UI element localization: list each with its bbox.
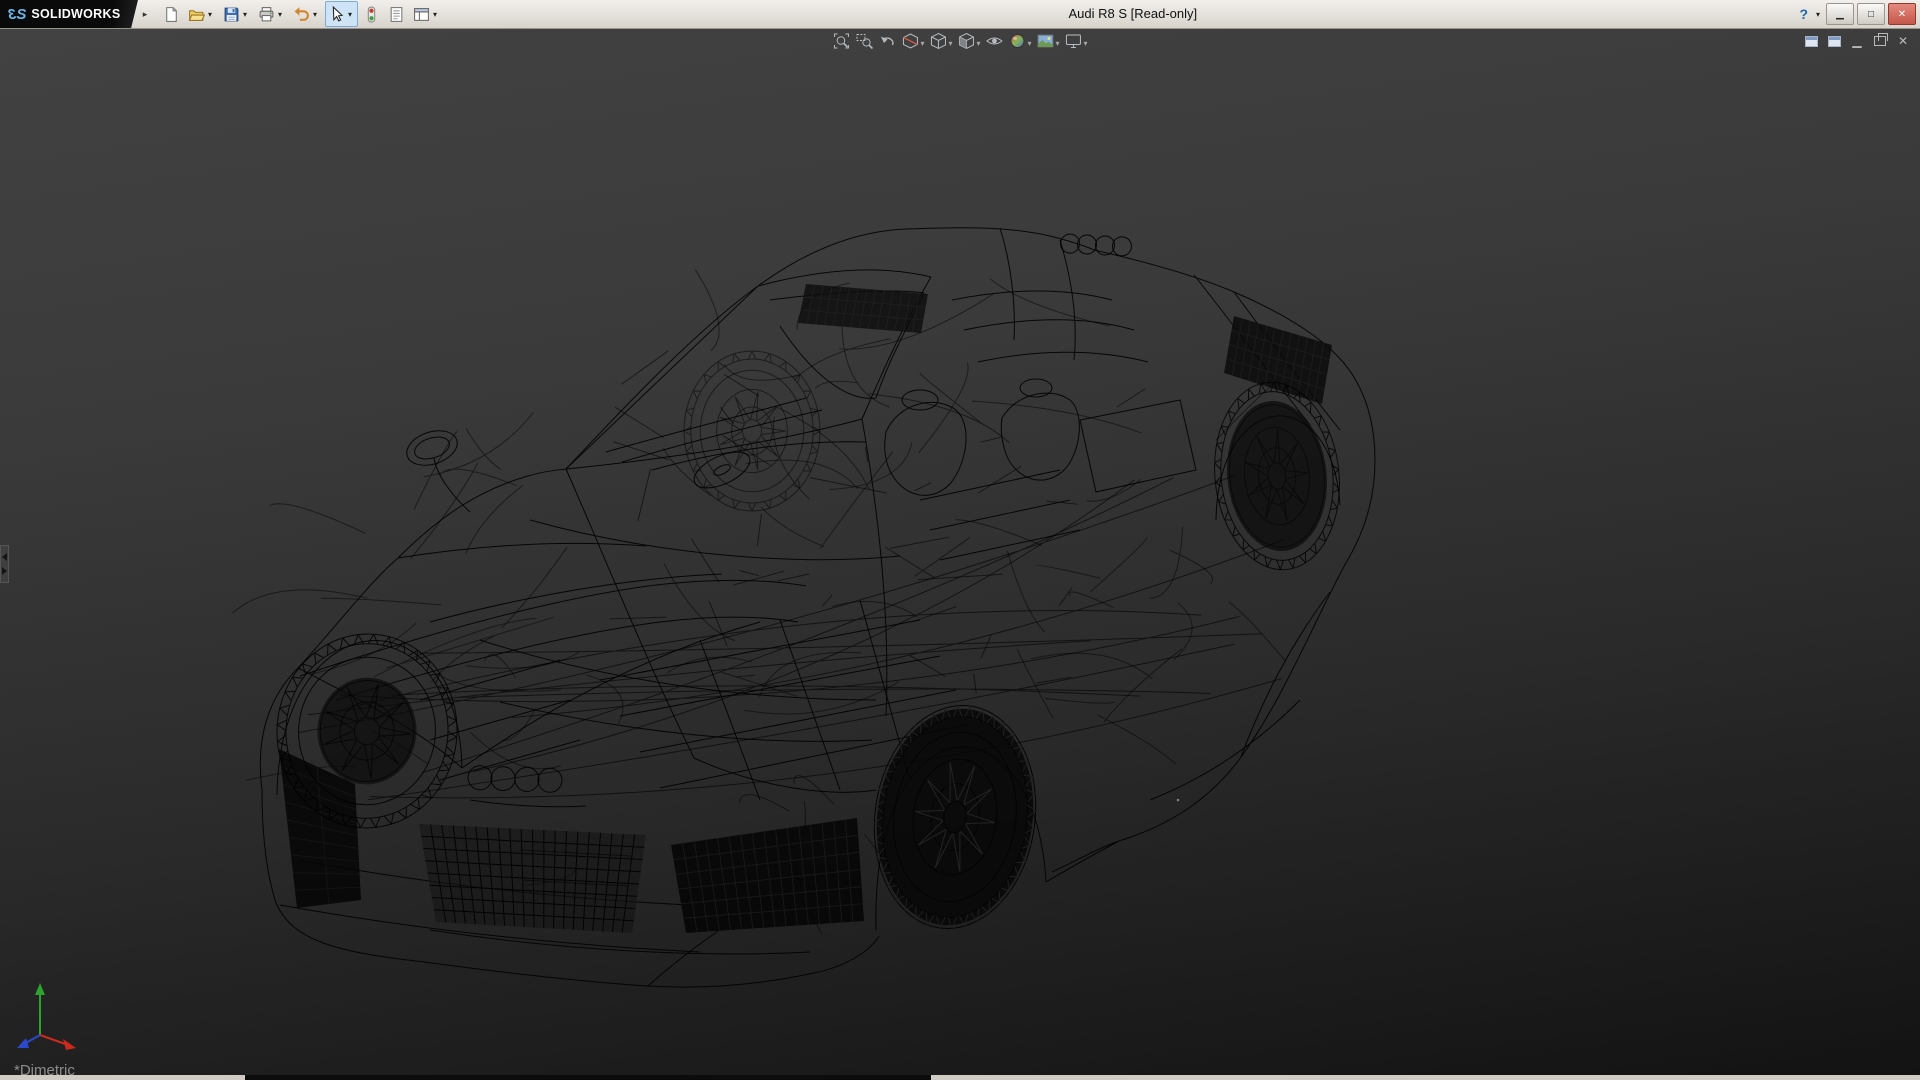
select-button[interactable]: ▾ <box>325 1 358 27</box>
tile-pane-alt-icon <box>1828 36 1841 47</box>
splitter-right-arrow-icon[interactable] <box>2 567 7 575</box>
close-window-button[interactable]: ✕ <box>1888 3 1916 25</box>
undo-icon <box>293 6 310 23</box>
steering-hub <box>712 463 732 478</box>
taskbar-edge <box>0 1075 1920 1080</box>
view-settings-dropdown-arrow[interactable]: ▾ <box>1084 39 1088 48</box>
tile-pane-icon <box>1805 36 1818 47</box>
print-icon <box>258 6 275 23</box>
restore-document-button[interactable] <box>1873 34 1887 48</box>
wheel <box>684 351 820 511</box>
hatch-region <box>671 818 864 933</box>
stray-vertex-dot <box>1177 799 1180 802</box>
dassault-3ds-logo-icon: 3S <box>8 7 26 22</box>
options-icon <box>413 6 430 23</box>
display-style-dropdown-arrow[interactable]: ▾ <box>976 39 980 48</box>
view-settings-icon <box>1065 32 1083 55</box>
hatch-region <box>1224 316 1332 404</box>
hide-show-items-icon <box>986 32 1004 55</box>
select-icon <box>328 6 345 23</box>
wheel <box>1206 376 1349 576</box>
wireframe-flow-lines <box>298 476 1284 800</box>
select-dropdown-arrow[interactable]: ▾ <box>345 10 355 19</box>
view-orientation-icon <box>929 32 947 55</box>
apply-scene-icon <box>1037 32 1055 55</box>
zoom-to-area-icon <box>855 32 873 55</box>
maximize-window-button[interactable]: □ <box>1857 3 1885 25</box>
view-settings-button[interactable]: ▾ <box>1064 33 1089 53</box>
display-style-icon <box>957 32 975 55</box>
restore-document-icon <box>1874 36 1886 46</box>
view-orientation-dropdown-arrow[interactable]: ▾ <box>948 39 952 48</box>
graphics-viewport[interactable]: ▾▾▾▾▾▾ ▁✕ *Dimetric <box>0 28 1920 1075</box>
window-controls: ?▾▁□✕ <box>1797 3 1916 25</box>
minimize-document-button[interactable]: ▁ <box>1850 34 1864 48</box>
apply-scene-dropdown-arrow[interactable]: ▾ <box>1056 39 1060 48</box>
headrest-left <box>902 390 938 410</box>
apply-scene-button[interactable]: ▾ <box>1036 33 1061 53</box>
open-button[interactable]: ▾ <box>185 1 218 27</box>
titlebar: 3S SOLIDWORKS ▸ ▾ ▾ ▾ ▾ ▾ ▾ Audi R8 S [Read-o… <box>0 0 1920 29</box>
wireframe-car-model <box>0 28 1920 1075</box>
z-axis-arrow <box>17 1035 40 1048</box>
rebuild-icon <box>363 6 380 23</box>
print-button[interactable]: ▾ <box>255 1 288 27</box>
view-orientation-button[interactable]: ▾ <box>928 33 953 53</box>
zoom-to-area-button[interactable] <box>854 33 874 53</box>
y-axis-arrow <box>35 983 45 1035</box>
zoom-to-fit-button[interactable] <box>831 33 851 53</box>
display-style-button[interactable]: ▾ <box>956 33 981 53</box>
brand-name: SOLIDWORKS <box>31 7 120 21</box>
hatch-region <box>419 824 646 933</box>
save-button[interactable]: ▾ <box>220 1 253 27</box>
document-window-controls: ▁✕ <box>1804 34 1910 48</box>
taskbar-edge-segment <box>245 1075 931 1080</box>
file-properties-button[interactable] <box>385 1 408 27</box>
section-view-icon <box>901 32 919 55</box>
wheel <box>860 695 1050 939</box>
heads-up-view-toolbar: ▾ ▾ ▾ ▾ ▾ ▾ <box>831 33 1088 53</box>
help-button[interactable]: ? <box>1797 6 1810 22</box>
save-icon <box>223 6 240 23</box>
open-icon <box>188 6 205 23</box>
featuremanager-splitter[interactable] <box>0 545 9 583</box>
tile-pane-button[interactable] <box>1804 34 1818 48</box>
print-dropdown-arrow[interactable]: ▾ <box>275 10 285 19</box>
section-view-dropdown-arrow[interactable]: ▾ <box>920 39 924 48</box>
minimize-window-button[interactable]: ▁ <box>1826 3 1854 25</box>
mirror-outline <box>402 425 461 472</box>
undo-button[interactable]: ▾ <box>290 1 323 27</box>
splitter-left-arrow-icon[interactable] <box>2 553 7 561</box>
options-button[interactable]: ▾ <box>410 1 443 27</box>
hide-show-items-button[interactable] <box>985 33 1005 53</box>
edit-appearance-dropdown-arrow[interactable]: ▾ <box>1028 39 1032 48</box>
rebuild-button[interactable] <box>360 1 383 27</box>
tile-pane-alt-button[interactable] <box>1827 34 1841 48</box>
document-title: Audi R8 S [Read-only] <box>1068 0 1197 28</box>
close-document-button[interactable]: ✕ <box>1896 34 1910 48</box>
save-dropdown-arrow[interactable]: ▾ <box>240 10 250 19</box>
view-orientation-label: *Dimetric <box>14 1062 75 1075</box>
previous-view-icon <box>878 32 896 55</box>
help-dropdown-arrow[interactable]: ▾ <box>1813 10 1823 19</box>
solidworks-logo: 3S SOLIDWORKS <box>0 0 138 28</box>
previous-view-button[interactable] <box>877 33 897 53</box>
section-view-button[interactable]: ▾ <box>900 33 925 53</box>
x-axis-arrow <box>40 1035 76 1050</box>
open-dropdown-arrow[interactable]: ▾ <box>205 10 215 19</box>
audi-rings <box>1060 234 1132 257</box>
new-document-button[interactable] <box>160 1 183 27</box>
edit-appearance-button[interactable]: ▾ <box>1008 33 1033 53</box>
zoom-to-fit-icon <box>832 32 850 55</box>
new-document-icon <box>163 6 180 23</box>
undo-dropdown-arrow[interactable]: ▾ <box>310 10 320 19</box>
file-properties-icon <box>388 6 405 23</box>
quick-access-toolbar: ▾ ▾ ▾ ▾ ▾ ▾ <box>160 1 445 27</box>
menu-flyout-arrow-icon[interactable]: ▸ <box>138 3 152 25</box>
edit-appearance-icon <box>1009 32 1027 55</box>
reference-triad <box>6 975 90 1059</box>
options-dropdown-arrow[interactable]: ▾ <box>430 10 440 19</box>
